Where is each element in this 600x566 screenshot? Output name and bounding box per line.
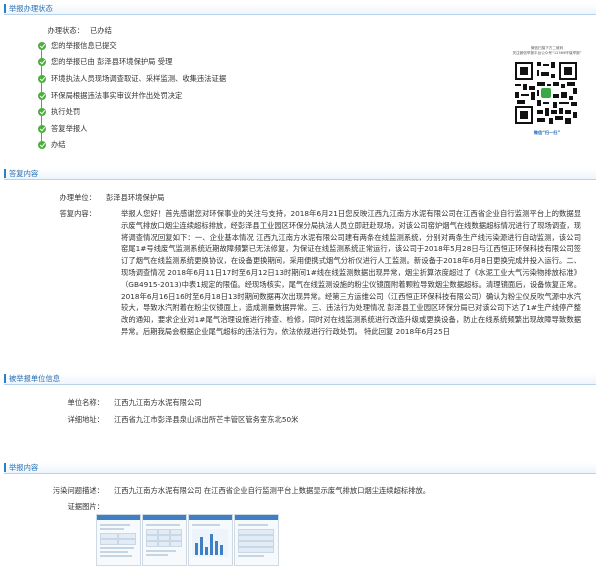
reply-unit-label: 办理单位： xyxy=(59,193,96,202)
reported-address-value: 江西省九江市彭泽县泉山派出所芒丰管区管务室东北50米 xyxy=(114,415,299,424)
section-marker xyxy=(4,374,6,383)
section-marker xyxy=(4,169,6,178)
evidence-photo-thumbnail[interactable] xyxy=(188,514,233,566)
section-marker xyxy=(4,463,6,472)
check-icon xyxy=(38,42,46,50)
qr-caption-bottom: 微信“扫一扫” xyxy=(533,130,561,135)
chart-thumbnail-icon xyxy=(192,529,228,557)
check-icon xyxy=(38,75,46,83)
section-header-status: 举报办理状态 xyxy=(4,3,596,15)
reported-name-value: 江西九江南方水泥有限公司 xyxy=(114,398,202,407)
section-title: 举报办理状态 xyxy=(9,4,53,13)
check-icon xyxy=(38,92,46,100)
status-value: 已办结 xyxy=(90,26,112,35)
reply-content-text: 举报人您好！首先感谢您对环保事业的关注与支持，2018年6月21日您反映江西九江… xyxy=(121,209,581,336)
check-icon xyxy=(38,58,46,66)
reply-unit-value: 彭泽县环境保护局 xyxy=(106,193,165,202)
section-title: 答复内容 xyxy=(9,169,39,178)
reported-name-label: 单位名称： xyxy=(67,398,104,407)
evidence-photo-thumbnail[interactable] xyxy=(234,514,279,566)
check-icon xyxy=(38,125,46,133)
qr-code-icon xyxy=(513,60,579,126)
content-desc-value: 江西九江南方水泥有限公司 在江西省企业自行监测平台上数据显示废气排放口烟尘连续超… xyxy=(114,486,431,495)
content-desc-label: 污染问题描述： xyxy=(52,486,104,495)
evidence-photo-thumbnail[interactable] xyxy=(142,514,187,566)
section-header-reply: 答复内容 xyxy=(4,168,596,180)
content-photos-label: 证据图片： xyxy=(67,502,104,511)
section-marker xyxy=(4,4,6,13)
section-title: 被举报单位信息 xyxy=(9,374,61,383)
section-header-content: 举报内容 xyxy=(4,462,596,474)
reply-content-label: 答复内容： xyxy=(59,209,96,218)
check-icon xyxy=(38,141,46,149)
section-header-reported: 被举报单位信息 xyxy=(4,373,596,385)
reported-address-label: 详细地址： xyxy=(67,415,104,424)
qr-code-panel: 微信扫描下方二维码 关注微信举报平台公众号“12369环保举报” 微信“扫一扫” xyxy=(507,46,587,138)
section-title: 举报内容 xyxy=(9,463,39,472)
status-label: 办理状态： xyxy=(47,26,84,35)
check-icon xyxy=(38,108,46,116)
qr-caption-top: 微信扫描下方二维码 关注微信举报平台公众号“12369环保举报” xyxy=(512,46,582,55)
evidence-photo-thumbnail[interactable] xyxy=(96,514,141,566)
